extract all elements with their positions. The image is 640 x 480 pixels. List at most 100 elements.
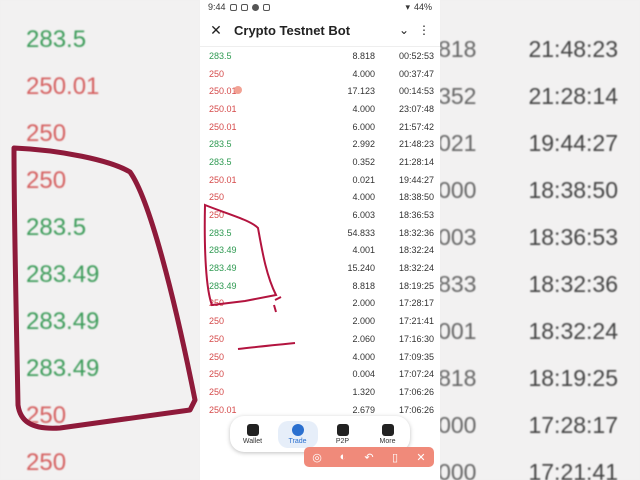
trade-row: 283.5 8.818 00:52:53 [200, 47, 440, 65]
background-time: 17:21:41 [528, 459, 618, 480]
background-price: 250.01 [26, 73, 100, 100]
trade-amount: 6.003 [352, 210, 375, 221]
trade-price: 250 [209, 192, 225, 203]
signal-icon: ▾ [405, 1, 410, 12]
background-time: 18:36:53 [528, 224, 618, 250]
background-price: 283.49 [26, 308, 100, 335]
trade-price: 283.49 [209, 280, 237, 291]
notification-dot-icon [251, 3, 259, 11]
nav-more[interactable]: More [368, 423, 408, 445]
nav-p2p-label: P2P [335, 437, 350, 445]
background-trade-row: 0.352 21:28:14 [440, 83, 618, 110]
nav-more-label: More [379, 437, 396, 445]
chevron-down-icon[interactable]: ⌄ [394, 23, 414, 37]
status-time: 9:44 [208, 2, 226, 12]
trade-time: 19:44:27 [398, 174, 434, 185]
trade-time: 17:28:17 [398, 298, 434, 309]
more-options-icon[interactable]: ⋮ [414, 23, 434, 37]
background-trade-row: 6.003 18:36:53 [440, 224, 618, 251]
nav-trade-label: Trade [288, 437, 307, 445]
trade-amount: 0.021 [352, 174, 375, 185]
trade-row: 250 4.000 18:38:50 [200, 189, 440, 207]
trade-amount: 1.320 [352, 386, 375, 397]
trade-icon [291, 423, 304, 436]
background-time: 18:19:25 [528, 365, 618, 391]
nav-wallet-label: Wallet [242, 437, 263, 445]
trade-price: 283.5 [209, 156, 232, 167]
background-time: 18:32:24 [528, 318, 618, 344]
trade-row: 250 6.003 18:36:53 [200, 206, 440, 224]
nav-trade[interactable]: Trade [277, 420, 318, 448]
undo-icon[interactable]: ↶ [362, 451, 376, 464]
background-left: 283.5 250.01 250 250 283.5 283.49 283.49 283.49… [0, 0, 200, 480]
trade-row: 283.49 4.001 18:32:24 [200, 242, 440, 260]
background-trade-row: 4.001 18:32:24 [440, 318, 618, 345]
trade-price: 250 [209, 351, 225, 362]
background-price: 250 [26, 449, 67, 476]
wallet-icon [246, 423, 259, 436]
status-bar: 9:44 ▾ 44% [200, 0, 440, 14]
trade-amount: 2.000 [352, 298, 375, 309]
app-bar: ✕ Crypto Testnet Bot ⌄ ⋮ [200, 14, 440, 47]
more-grid-icon [381, 423, 394, 436]
phone-screen: 9:44 ▾ 44% ✕ Crypto Testnet Bot ⌄ ⋮ 283.… [200, 0, 440, 480]
trade-row: 250.01 0.021 19:44:27 [200, 171, 440, 189]
trade-price: 250 [209, 210, 225, 221]
background-amount: 0.352 [440, 83, 477, 109]
background-price: 283.5 [26, 26, 87, 53]
trade-time: 17:09:35 [398, 351, 434, 362]
trade-amount: 6.000 [352, 121, 375, 132]
background-trade-row: 2.000 17:28:17 [440, 412, 618, 439]
background-time: 19:44:27 [528, 130, 618, 156]
trade-time: 23:07:48 [398, 103, 434, 114]
background-trade-row: 2.000 17:21:41 [440, 459, 618, 480]
nav-p2p[interactable]: P2P [323, 423, 363, 445]
background-trade-row: 54.833 18:32:36 [440, 271, 618, 298]
background-price: 283.49 [26, 261, 100, 288]
trade-price: 250.01 [209, 86, 237, 97]
background-right: 8.818 21:48:23 0.352 21:28:14 0.021 19:44:27 4… [440, 0, 640, 480]
trade-amount: 17.123 [347, 86, 375, 97]
trade-price: 283.49 [209, 245, 237, 256]
trade-amount: 0.004 [352, 369, 375, 380]
trade-time: 18:32:24 [398, 245, 434, 256]
trade-row: 283.5 54.833 18:32:36 [200, 224, 440, 242]
recording-dot [234, 86, 242, 94]
background-price: 283.49 [26, 355, 100, 382]
trade-time: 18:36:53 [398, 210, 434, 221]
trade-time: 00:52:53 [398, 50, 434, 61]
close-icon[interactable]: ✕ [206, 22, 226, 39]
trade-row: 250 2.000 17:28:17 [200, 295, 440, 313]
trade-price: 250.01 [209, 103, 237, 114]
trade-amount: 2.000 [352, 316, 375, 327]
close-icon[interactable]: ✕ [414, 451, 428, 464]
trade-row: 250.01 6.000 21:57:42 [200, 118, 440, 136]
background-price: 283.5 [26, 214, 87, 241]
trade-row: 250 4.000 17:09:35 [200, 348, 440, 366]
nav-wallet[interactable]: Wallet [233, 423, 273, 445]
background-time: 21:28:14 [528, 83, 618, 109]
trade-row: 283.5 0.352 21:28:14 [200, 153, 440, 171]
trade-price: 250 [209, 386, 225, 397]
trade-time: 21:48:23 [398, 139, 434, 150]
background-trade-row: 0.021 19:44:27 [440, 130, 618, 157]
trade-row: 250 1.320 17:06:26 [200, 383, 440, 401]
notification-icon [240, 3, 248, 11]
trade-time: 21:57:42 [398, 121, 434, 132]
trade-time: 18:32:36 [398, 227, 434, 238]
background-price: 250 [26, 167, 67, 194]
delete-icon[interactable]: ▯ [388, 451, 402, 464]
trade-amount: 4.000 [352, 68, 375, 79]
palette-icon[interactable]: ◐ [336, 451, 350, 463]
trade-amount: 4.000 [352, 351, 375, 362]
background-price: 250 [26, 120, 67, 147]
background-time: 17:28:17 [528, 412, 618, 438]
notification-icon [229, 3, 237, 11]
notification-icon [262, 3, 270, 11]
trade-row: 283.5 2.992 21:48:23 [200, 135, 440, 153]
trade-row: 283.49 8.818 18:19:25 [200, 277, 440, 295]
trade-amount: 8.818 [352, 50, 375, 61]
trade-row: 250 2.060 17:16:30 [200, 330, 440, 348]
camera-icon[interactable]: ◎ [310, 451, 324, 464]
background-amount: 6.003 [440, 224, 477, 250]
